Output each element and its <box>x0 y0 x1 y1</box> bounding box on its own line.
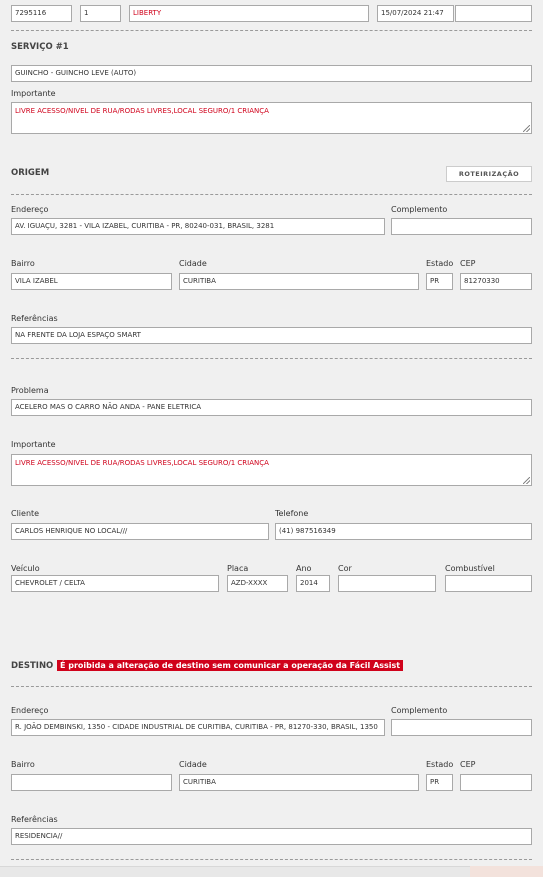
protocolo-field[interactable]: 7295116 <box>11 5 72 22</box>
destino-endereco-label: Endereço <box>11 706 49 715</box>
ano-label: Ano <box>296 564 312 573</box>
servico-importante-textarea[interactable]: LIVRE ACESSO/NIVEL DE RUA/RODAS LIVRES,L… <box>11 102 532 134</box>
problema-label: Problema <box>11 386 49 395</box>
importante-label: Importante <box>11 440 56 449</box>
origem-endereco-field[interactable]: AV. IGUAÇU, 3281 - VILA IZABEL, CURITIBA… <box>11 218 385 235</box>
destino-warning-badge: É proibida a alteração de destino sem co… <box>57 660 404 671</box>
roteirizacao-button[interactable]: ROTEIRIZAÇÃO <box>446 166 532 182</box>
origem-complemento-label: Complemento <box>391 205 448 214</box>
telefone-label: Telefone <box>275 509 309 518</box>
destino-cidade-label: Cidade <box>179 760 207 769</box>
destino-referencias-field[interactable]: RESIDENCIA// <box>11 828 532 845</box>
origem-bairro-field[interactable]: VILA IZABEL <box>11 273 172 290</box>
placa-field[interactable]: AZD-XXXX <box>227 575 288 592</box>
destino-cep-field[interactable] <box>460 774 532 791</box>
importante-text: LIVRE ACESSO/NIVEL DE RUA/RODAS LIVRES,L… <box>15 459 269 467</box>
origem-endereco-label: Endereço <box>11 205 49 214</box>
destino-title: DESTINO <box>11 661 54 671</box>
servico-tipo-field[interactable]: GUINCHO - GUINCHO LEVE (AUTO) <box>11 65 532 82</box>
resize-grip-icon[interactable] <box>523 477 530 484</box>
cliente-label: Cliente <box>11 509 40 518</box>
destino-endereco-field[interactable]: R. JOÃO DEMBINSKI, 1350 - CIDADE INDUSTR… <box>11 719 385 736</box>
servico-importante-label: Importante <box>11 89 56 98</box>
sequencia-field[interactable]: 1 <box>80 5 121 22</box>
destino-estado-label: Estado <box>426 760 454 769</box>
destino-bairro-field[interactable] <box>11 774 172 791</box>
extra-field[interactable] <box>455 5 532 22</box>
origem-title: ORIGEM <box>11 168 50 178</box>
veiculo-field[interactable]: CHEVROLET / CELTA <box>11 575 219 592</box>
notification-tray <box>470 866 543 877</box>
ano-field[interactable]: 2014 <box>296 575 330 592</box>
destino-cidade-field[interactable]: CURITIBA <box>179 774 419 791</box>
destino-bairro-label: Bairro <box>11 760 35 769</box>
problema-field[interactable]: ACELERO MAS O CARRO NÃO ANDA - PANE ELET… <box>11 399 532 416</box>
cor-field[interactable] <box>338 575 436 592</box>
destino-complemento-field[interactable] <box>391 719 532 736</box>
combustivel-label: Combustível <box>445 564 495 573</box>
importante-textarea[interactable]: LIVRE ACESSO/NIVEL DE RUA/RODAS LIVRES,L… <box>11 454 532 486</box>
data-hora-field[interactable]: 15/07/2024 21:47 <box>377 5 454 22</box>
origem-cep-field[interactable]: 81270330 <box>460 273 532 290</box>
telefone-field[interactable]: (41) 987516349 <box>275 523 532 540</box>
veiculo-label: Veículo <box>11 564 40 573</box>
combustivel-field[interactable] <box>445 575 532 592</box>
placa-label: Placa <box>227 564 249 573</box>
origem-bairro-label: Bairro <box>11 259 35 268</box>
resize-grip-icon[interactable] <box>523 125 530 132</box>
servico-title: SERVIÇO #1 <box>11 42 69 52</box>
horizontal-scrollbar[interactable] <box>0 866 543 877</box>
divider <box>11 859 532 860</box>
cliente-field[interactable]: CARLOS HENRIQUE NO LOCAL/// <box>11 523 269 540</box>
destino-complemento-label: Complemento <box>391 706 448 715</box>
cor-label: Cor <box>338 564 352 573</box>
origem-referencias-field[interactable]: NA FRENTE DA LOJA ESPAÇO SMART <box>11 327 532 344</box>
divider <box>11 30 532 31</box>
origem-estado-field[interactable]: PR <box>426 273 453 290</box>
cliente-empresa-field[interactable]: LIBERTY <box>129 5 369 22</box>
destino-referencias-label: Referências <box>11 815 58 824</box>
origem-cep-label: CEP <box>460 259 476 268</box>
origem-estado-label: Estado <box>426 259 454 268</box>
origem-referencias-label: Referências <box>11 314 58 323</box>
divider <box>11 358 532 359</box>
destino-cep-label: CEP <box>460 760 476 769</box>
destino-estado-field[interactable]: PR <box>426 774 453 791</box>
origem-complemento-field[interactable] <box>391 218 532 235</box>
divider <box>11 194 532 195</box>
servico-importante-text: LIVRE ACESSO/NIVEL DE RUA/RODAS LIVRES,L… <box>15 107 269 115</box>
divider <box>11 686 532 687</box>
origem-cidade-field[interactable]: CURITIBA <box>179 273 419 290</box>
origem-cidade-label: Cidade <box>179 259 207 268</box>
